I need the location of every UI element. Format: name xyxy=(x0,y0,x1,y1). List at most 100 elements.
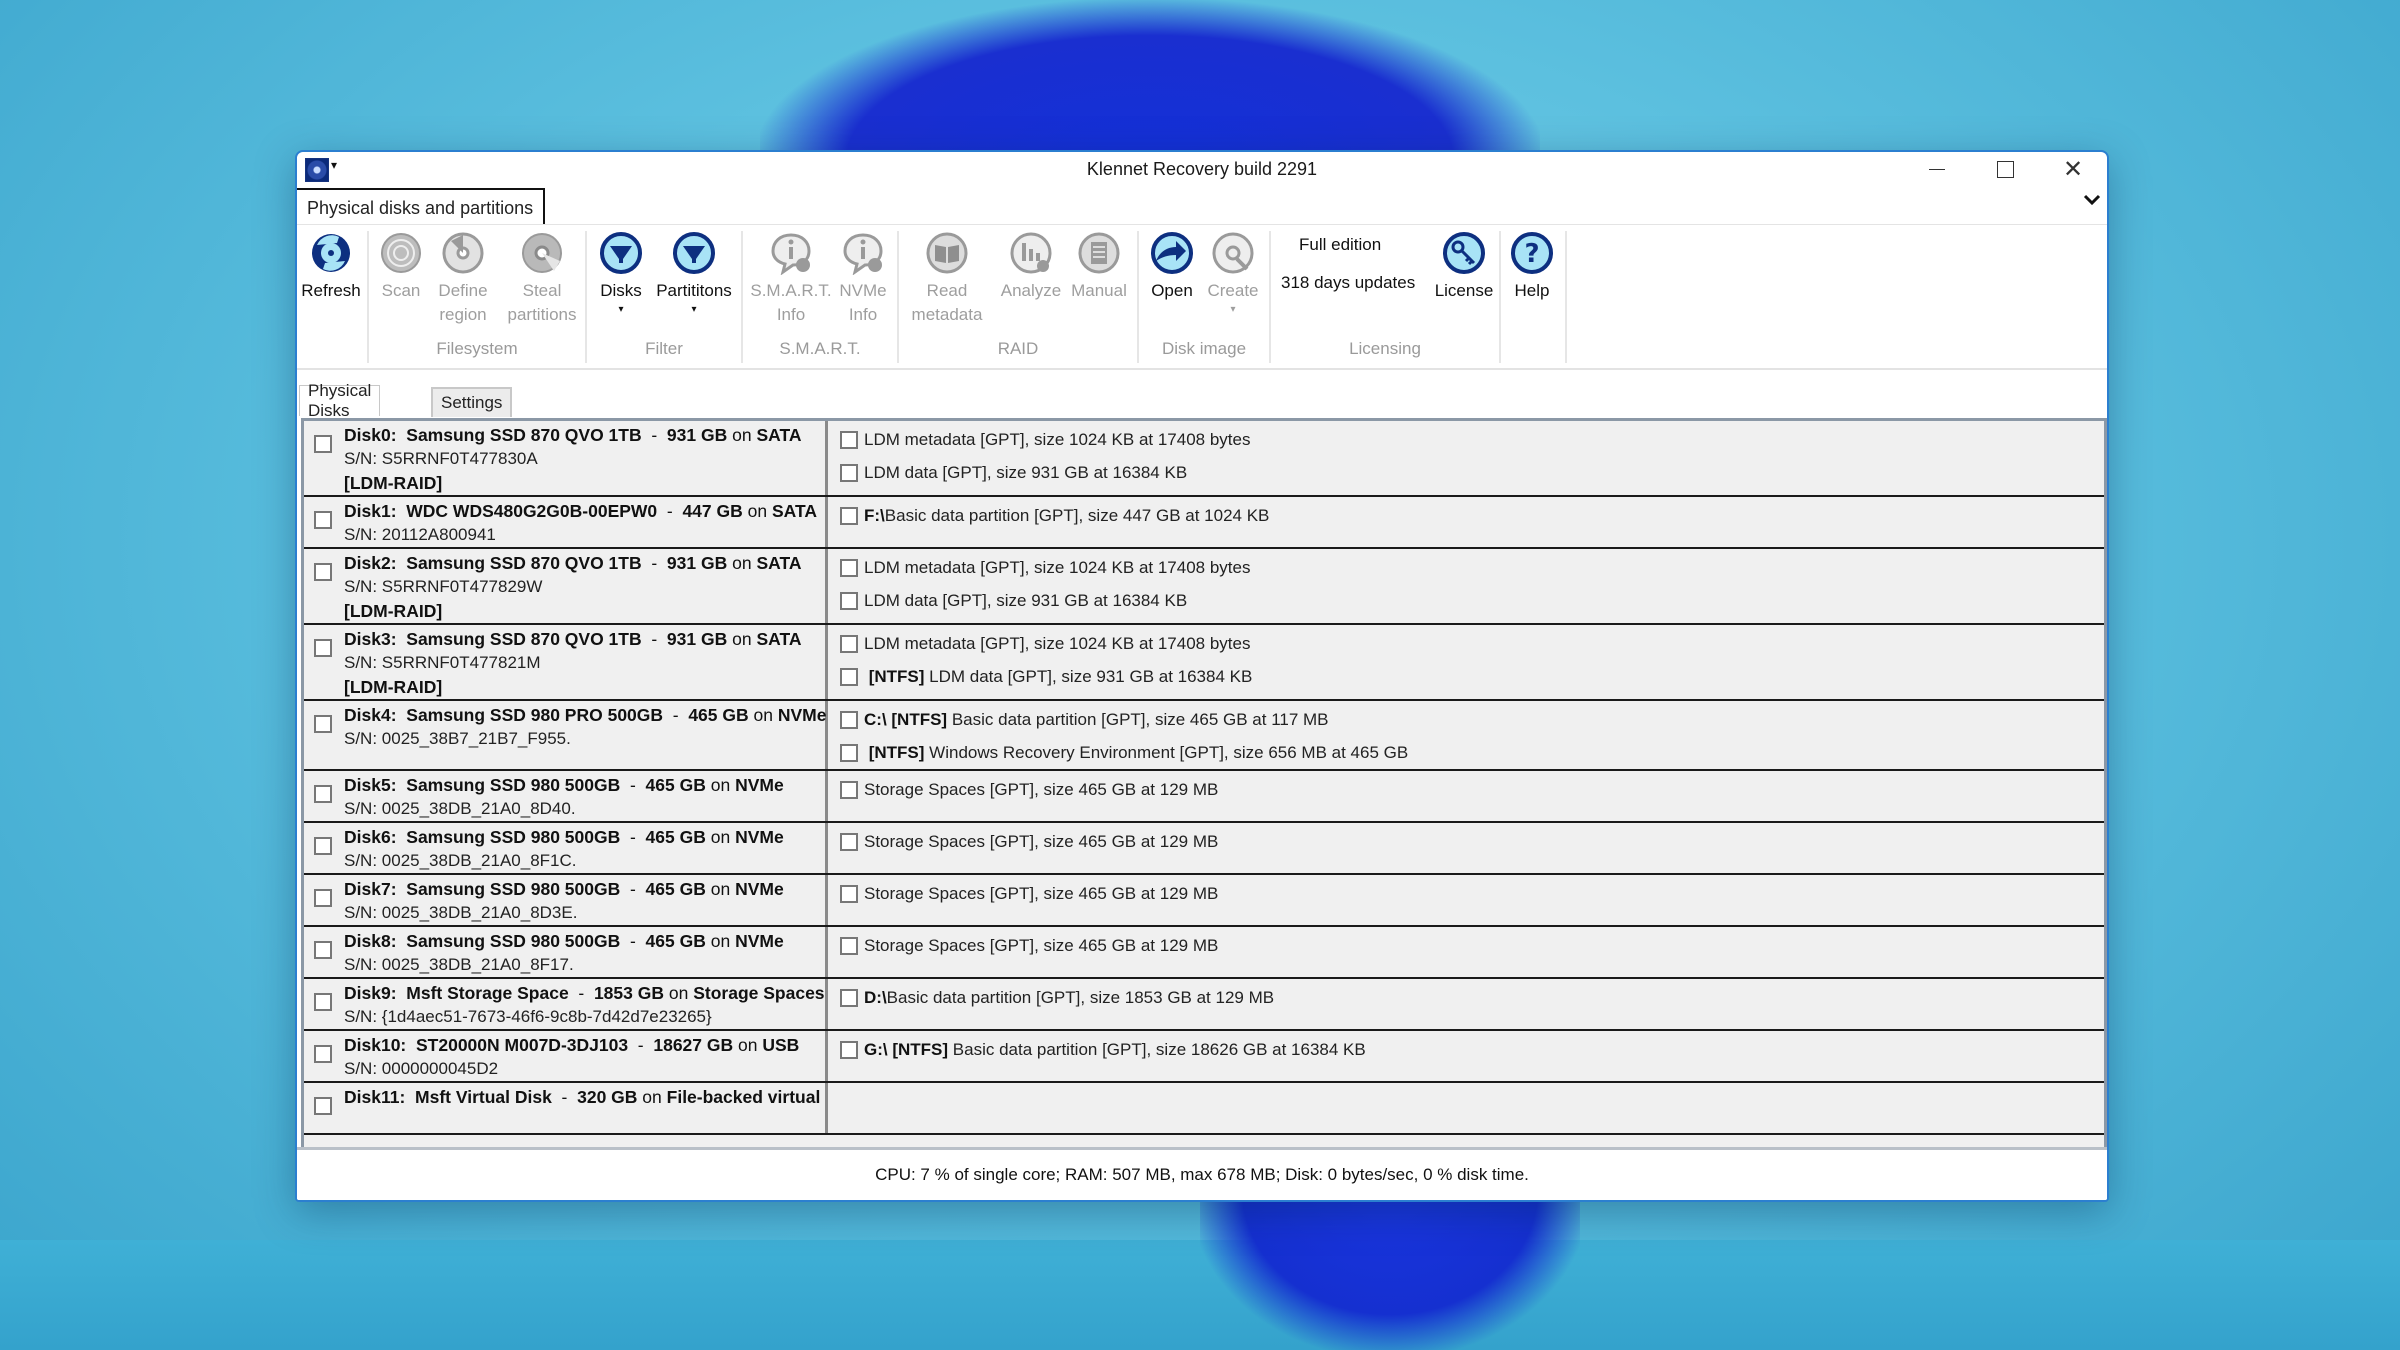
ribbon-group-label-raid: RAID xyxy=(997,339,1039,358)
partition-item[interactable]: LDM data [GPT], size 931 GB at 16384 KB xyxy=(840,584,2104,617)
create-image-button[interactable]: Create ▾ xyxy=(1203,231,1263,317)
partition-checkbox[interactable] xyxy=(840,667,858,686)
partition-item[interactable]: [NTFS] Windows Recovery Environment [GPT… xyxy=(840,736,2104,769)
scan-button[interactable]: Scan xyxy=(377,231,425,303)
disk-cell[interactable]: Disk4: Samsung SSD 980 PRO 500GB - 465 G… xyxy=(304,701,828,769)
partition-checkbox[interactable] xyxy=(840,430,858,449)
read-metadata-button[interactable]: Read metadata xyxy=(905,231,989,327)
disk-cell[interactable]: Disk0: Samsung SSD 870 QVO 1TB - 931 GB … xyxy=(304,421,828,495)
disk-model: Msft Virtual Disk xyxy=(415,1087,552,1107)
disk-checkbox[interactable] xyxy=(314,1097,332,1115)
disk-checkbox[interactable] xyxy=(314,715,332,733)
refresh-button[interactable]: Refresh xyxy=(301,231,361,303)
disk-cell[interactable]: Disk1: WDC WDS480G2G0B-00EPW0 - 447 GB o… xyxy=(304,497,828,547)
disk-checkbox[interactable] xyxy=(314,435,332,453)
partition-item[interactable]: Storage Spaces [GPT], size 465 GB at 129… xyxy=(840,877,2104,910)
partition-checkbox[interactable] xyxy=(840,591,858,610)
partition-item[interactable]: Storage Spaces [GPT], size 465 GB at 129… xyxy=(840,773,2104,806)
partition-item[interactable]: F:\ Basic data partition [GPT], size 447 … xyxy=(840,499,2104,532)
partition-item[interactable]: LDM metadata [GPT], size 1024 KB at 1740… xyxy=(840,627,2104,660)
disk-cell[interactable]: Disk10: ST20000N M007D-3DJ103 - 18627 GB… xyxy=(304,1031,828,1081)
disk-bus: SATA xyxy=(756,553,802,573)
partition-checkbox[interactable] xyxy=(840,884,858,903)
partition-item[interactable]: G:\ [NTFS] Basic data partition [GPT], s… xyxy=(840,1033,2104,1066)
status-text: CPU: 7 % of single core; RAM: 507 MB, ma… xyxy=(875,1165,1529,1184)
filter-partitions-button[interactable]: Partititons ▾ xyxy=(649,231,739,317)
disk-cell[interactable]: Disk11: Msft Virtual Disk - 320 GB on Fi… xyxy=(304,1083,828,1133)
disk-cell[interactable]: Disk5: Samsung SSD 980 500GB - 465 GB on… xyxy=(304,771,828,821)
open-image-icon xyxy=(1151,232,1193,274)
disk-checkbox[interactable] xyxy=(314,785,332,803)
disk-serial: S/N: 20112A800941 xyxy=(344,525,496,544)
disk-bus: File-backed virtual xyxy=(666,1087,821,1107)
partition-item[interactable]: LDM metadata [GPT], size 1024 KB at 1740… xyxy=(840,423,2104,456)
disk-cell[interactable]: Disk8: Samsung SSD 980 500GB - 465 GB on… xyxy=(304,927,828,977)
partition-item[interactable]: LDM metadata [GPT], size 1024 KB at 1740… xyxy=(840,551,2104,584)
manual-button[interactable]: Manual xyxy=(1067,231,1131,303)
disk-cell[interactable]: Disk3: Samsung SSD 870 QVO 1TB - 931 GB … xyxy=(304,625,828,699)
partition-checkbox[interactable] xyxy=(840,710,858,729)
title-bar: ▾ Klennet Recovery build 2291 ✕ xyxy=(297,152,2107,186)
disk-row: Disk8: Samsung SSD 980 500GB - 465 GB on… xyxy=(304,927,2104,979)
partition-checkbox[interactable] xyxy=(840,506,858,525)
partition-item[interactable]: D:\ Basic data partition [GPT], size 1853… xyxy=(840,981,2104,1014)
open-image-button[interactable]: Open xyxy=(1145,231,1199,303)
disk-model: Samsung SSD 870 QVO 1TB xyxy=(406,553,642,573)
partition-checkbox[interactable] xyxy=(840,832,858,851)
partition-volume-label: [NTFS] xyxy=(864,742,925,762)
disk-checkbox[interactable] xyxy=(314,639,332,657)
partition-checkbox[interactable] xyxy=(840,1040,858,1059)
ribbon-group-refresh: Refresh xyxy=(297,231,369,363)
minimize-button[interactable] xyxy=(1903,152,1971,186)
disk-checkbox[interactable] xyxy=(314,511,332,529)
partition-checkbox[interactable] xyxy=(840,780,858,799)
filter-partitions-label: Partititons xyxy=(656,281,732,300)
disk-cell[interactable]: Disk9: Msft Storage Space - 1853 GB on S… xyxy=(304,979,828,1029)
partition-item[interactable]: C:\ [NTFS] Basic data partition [GPT], s… xyxy=(840,703,2104,736)
define-region-button[interactable]: Define region xyxy=(429,231,497,327)
disk-checkbox[interactable] xyxy=(314,941,332,959)
disk-model: Samsung SSD 980 500GB xyxy=(406,931,621,951)
partition-description: Storage Spaces [GPT], size 465 GB at 129… xyxy=(864,831,1219,851)
ribbon-group-licensing: Full edition 318 days updates License Li… xyxy=(1271,231,1501,363)
disk-checkbox[interactable] xyxy=(314,563,332,581)
disk-checkbox[interactable] xyxy=(314,993,332,1011)
disk-checkbox[interactable] xyxy=(314,837,332,855)
smart-info-button[interactable]: S.M.A.R.T. Info xyxy=(749,231,833,327)
license-key-icon xyxy=(1443,232,1485,274)
ribbon-tab-physical-disks[interactable]: Physical disks and partitions xyxy=(297,188,546,226)
partition-item[interactable]: LDM data [GPT], size 931 GB at 16384 KB xyxy=(840,456,2104,489)
ribbon-collapse-chevron-icon[interactable] xyxy=(2083,194,2101,206)
analyze-button[interactable]: Analyze xyxy=(999,231,1063,303)
partition-checkbox[interactable] xyxy=(840,558,858,577)
disk-row: Disk9: Msft Storage Space - 1853 GB on S… xyxy=(304,979,2104,1031)
partition-checkbox[interactable] xyxy=(840,463,858,482)
disk-checkbox[interactable] xyxy=(314,889,332,907)
tab-physical-disks[interactable]: Physical Disks xyxy=(299,381,381,420)
tab-settings[interactable]: Settings xyxy=(431,387,513,417)
maximize-button[interactable] xyxy=(1971,152,2039,186)
partition-item[interactable]: [NTFS] LDM data [GPT], size 931 GB at 16… xyxy=(840,660,2104,693)
partition-description: Basic data partition [GPT], size 447 GB … xyxy=(884,505,1270,525)
disk-row: Disk6: Samsung SSD 980 500GB - 465 GB on… xyxy=(304,823,2104,875)
filter-disks-button[interactable]: Disks ▾ xyxy=(595,231,647,317)
partition-description: Basic data partition [GPT], size 18626 G… xyxy=(948,1039,1366,1059)
disk-serial: S/N: 0025_38B7_21B7_F955. xyxy=(344,729,571,748)
help-button[interactable]: ? Help xyxy=(1505,231,1559,303)
partition-checkbox[interactable] xyxy=(840,936,858,955)
steal-partitions-button[interactable]: Steal partitions xyxy=(499,231,585,327)
disk-id: Disk1: xyxy=(344,501,397,521)
partition-item[interactable]: Storage Spaces [GPT], size 465 GB at 129… xyxy=(840,825,2104,858)
partition-checkbox[interactable] xyxy=(840,743,858,762)
partition-checkbox[interactable] xyxy=(840,988,858,1007)
license-button[interactable]: License xyxy=(1433,231,1495,303)
partition-checkbox[interactable] xyxy=(840,634,858,653)
nvme-info-button[interactable]: NVMe Info xyxy=(835,231,891,327)
disk-cell[interactable]: Disk2: Samsung SSD 870 QVO 1TB - 931 GB … xyxy=(304,549,828,623)
close-button[interactable]: ✕ xyxy=(2039,152,2107,186)
disk-cell[interactable]: Disk7: Samsung SSD 980 500GB - 465 GB on… xyxy=(304,875,828,925)
maximize-icon xyxy=(1996,160,2014,178)
disk-cell[interactable]: Disk6: Samsung SSD 980 500GB - 465 GB on… xyxy=(304,823,828,873)
disk-checkbox[interactable] xyxy=(314,1045,332,1063)
partition-item[interactable]: Storage Spaces [GPT], size 465 GB at 129… xyxy=(840,929,2104,962)
